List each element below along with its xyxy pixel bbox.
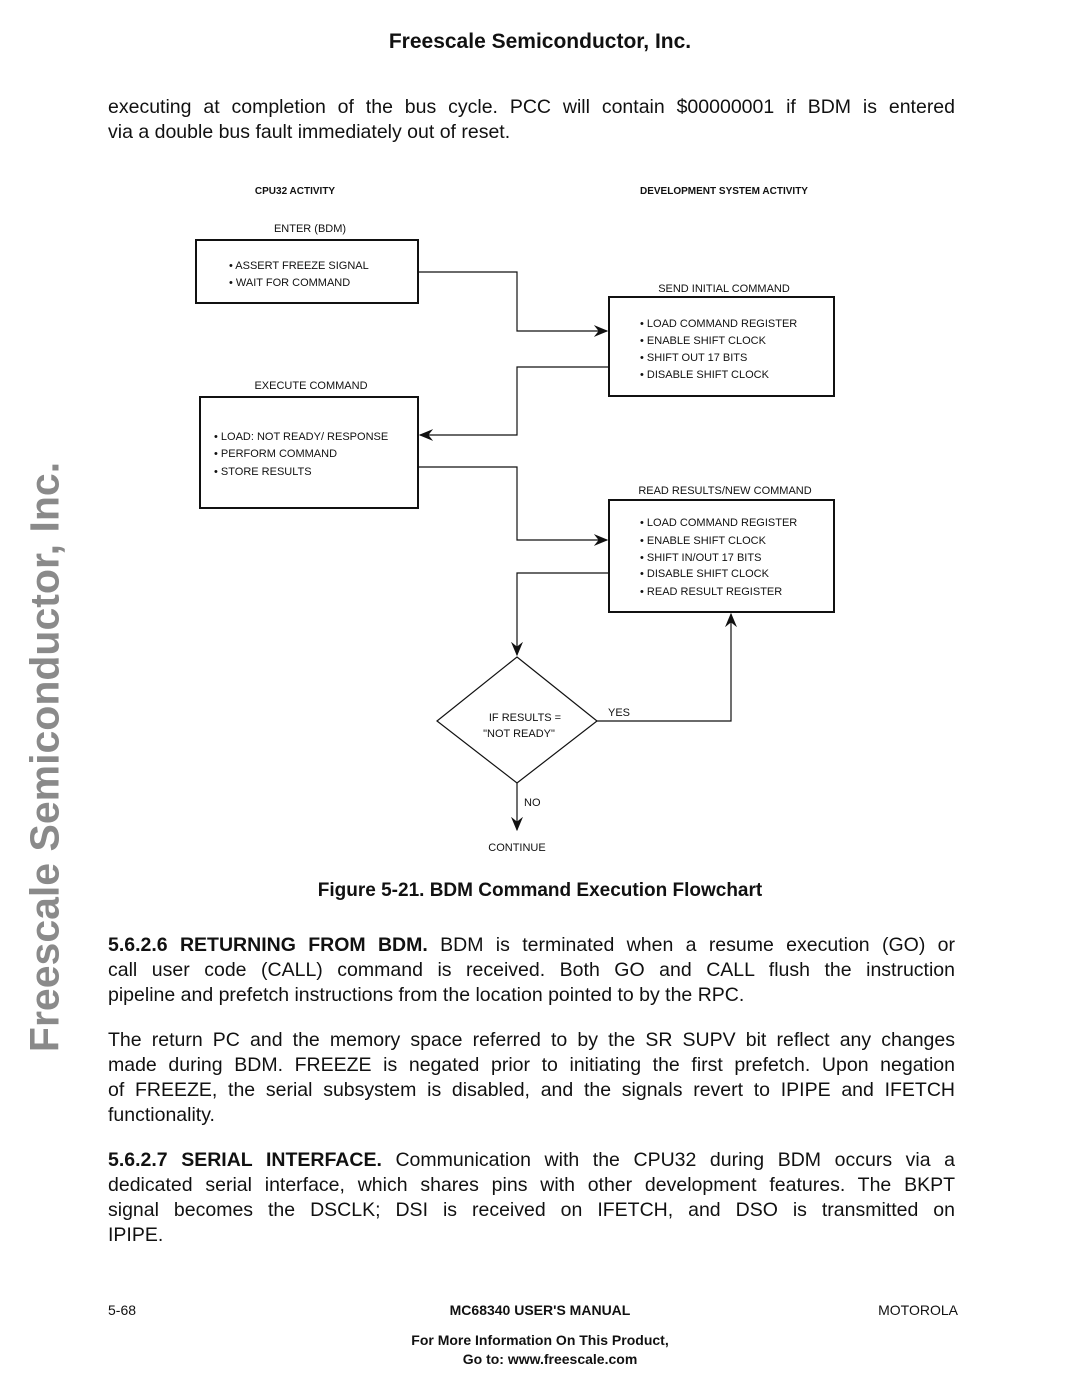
svg-text:"NOT READY": "NOT READY"	[483, 728, 555, 740]
svg-text:• SHIFT OUT 17 BITS: • SHIFT OUT 17 BITS	[640, 352, 747, 364]
svg-text:• ENABLE SHIFT CLOCK: • ENABLE SHIFT CLOCK	[640, 335, 767, 347]
svg-text:• DISABLE SHIFT CLOCK: • DISABLE SHIFT CLOCK	[640, 369, 770, 381]
col-left-label: CPU32 ACTIVITY	[255, 186, 336, 197]
svg-text:IF RESULTS =: IF RESULTS =	[489, 712, 561, 724]
col-right-label: DEVELOPMENT SYSTEM ACTIVITY	[640, 186, 808, 197]
svg-text:• ENABLE SHIFT CLOCK: • ENABLE SHIFT CLOCK	[640, 535, 767, 547]
more-info: For More Information On This Product,	[411, 1332, 669, 1348]
svg-text:• LOAD COMMAND REGISTER: • LOAD COMMAND REGISTER	[640, 318, 797, 330]
svg-text:• DISABLE SHIFT CLOCK: • DISABLE SHIFT CLOCK	[640, 568, 770, 580]
section-5-6-2-6: 5.6.2.6 RETURNING FROM BDM. BDM is termi…	[108, 934, 955, 1006]
arrow-yes	[597, 612, 737, 722]
svg-text:• READ RESULT REGISTER: • READ RESULT REGISTER	[640, 586, 782, 598]
bdm-flowchart: CPU32 ACTIVITY DEVELOPMENT SYSTEM ACTIVI…	[195, 186, 835, 854]
read-label: READ RESULTS/NEW COMMAND	[638, 485, 811, 497]
svg-text:• ASSERT FREEZE SIGNAL: • ASSERT FREEZE SIGNAL	[229, 260, 369, 272]
document-page: Freescale Semiconductor, Inc. Freescale …	[0, 0, 1080, 1397]
continue-label: CONTINUE	[488, 842, 545, 854]
exec-label: EXECUTE COMMAND	[254, 380, 367, 392]
arrow-send-exec	[418, 366, 609, 441]
section-heading: 5.6.2.6 RETURNING FROM BDM.	[108, 934, 428, 956]
arrow-exec-read	[418, 466, 609, 546]
svg-text:• LOAD COMMAND REGISTER: • LOAD COMMAND REGISTER	[640, 517, 797, 529]
svg-text:• PERFORM COMMAND: • PERFORM COMMAND	[214, 448, 337, 460]
website-link[interactable]: Go to: www.freescale.com	[0, 1351, 1080, 1367]
brand: MOTOROLA	[878, 1302, 958, 1318]
svg-text:• SHIFT IN/OUT 17 BITS: • SHIFT IN/OUT 17 BITS	[640, 552, 761, 564]
svg-text:• LOAD: NOT READY/ RESPONSE: • LOAD: NOT READY/ RESPONSE	[214, 431, 388, 443]
send-label: SEND INITIAL COMMAND	[658, 283, 790, 295]
section-5-6-2-7: 5.6.2.7 SERIAL INTERFACE. Communication …	[108, 1149, 956, 1246]
yes-label: YES	[608, 707, 630, 719]
return-pc-paragraph: The return PC and the memory space refer…	[108, 1029, 955, 1126]
no-label: NO	[524, 797, 541, 809]
svg-text:• STORE RESULTS: • STORE RESULTS	[214, 466, 312, 478]
section-heading: 5.6.2.7 SERIAL INTERFACE.	[108, 1149, 382, 1171]
enter-label: ENTER (BDM)	[274, 223, 346, 235]
svg-text:• WAIT FOR COMMAND: • WAIT FOR COMMAND	[229, 277, 350, 289]
arrow-read-decision	[511, 572, 609, 657]
figure-caption: Figure 5-21. BDM Command Execution Flowc…	[317, 880, 763, 901]
arrow-enter-send	[418, 271, 609, 337]
